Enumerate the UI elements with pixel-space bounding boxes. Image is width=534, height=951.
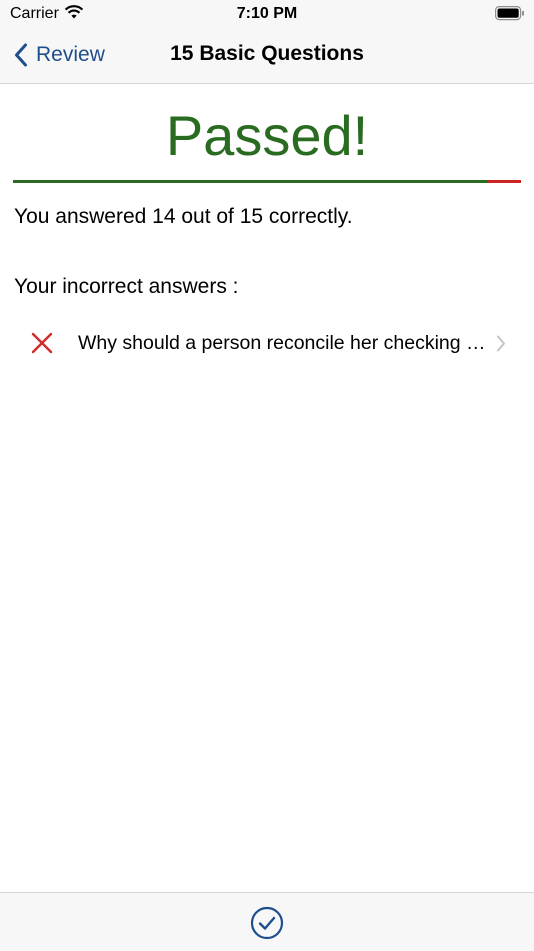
chevron-right-icon xyxy=(496,335,506,357)
battery-icon xyxy=(495,6,525,26)
incorrect-answer-item[interactable]: Why should a person reconcile her checki… xyxy=(0,320,534,366)
result-title: Passed! xyxy=(165,104,369,167)
checkmark-circle-icon[interactable] xyxy=(250,906,284,945)
incorrect-answers-heading: Your incorrect answers : xyxy=(14,275,239,298)
incorrect-answer-text: Why should a person reconcile her checki… xyxy=(78,332,488,354)
score-summary: You answered 14 out of 15 correctly. xyxy=(14,205,353,228)
navigation-bar: Review 15 Basic Questions xyxy=(0,28,534,84)
status-time: 7:10 PM xyxy=(236,5,298,22)
x-mark-icon xyxy=(31,332,53,359)
score-bar-fill xyxy=(13,180,488,183)
bottom-toolbar xyxy=(0,892,534,951)
page-title: 15 Basic Questions xyxy=(170,42,364,65)
score-bar xyxy=(13,180,521,183)
status-bar: Carrier 7:10 PM xyxy=(0,0,534,28)
